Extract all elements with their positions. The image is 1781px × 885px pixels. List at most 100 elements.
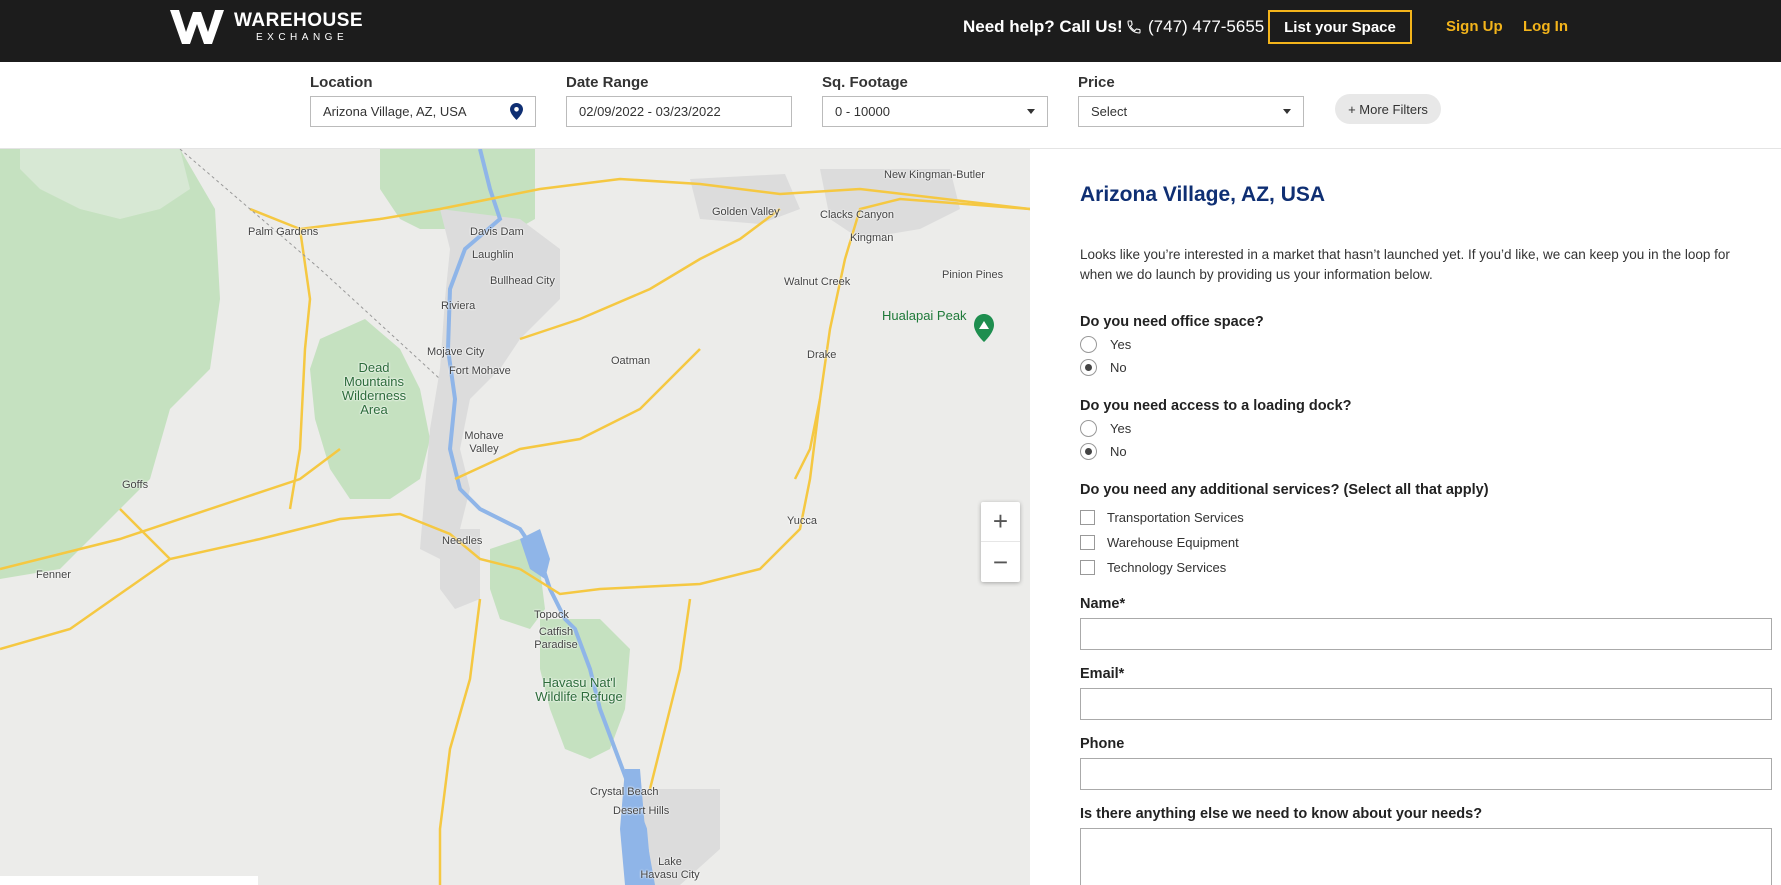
phone-icon [1127,20,1141,34]
map-zoom-control: + − [981,502,1020,582]
needs-textarea[interactable] [1080,828,1772,885]
dock-yes-option[interactable]: Yes [1080,420,1131,437]
sign-up-link[interactable]: Sign Up [1446,18,1503,35]
zoom-in-button[interactable]: + [981,502,1020,542]
form-title: Arizona Village, AZ, USA [1080,183,1326,206]
log-in-link[interactable]: Log In [1523,18,1568,35]
map-view[interactable]: New Kingman-Butler Golden Valley Clacks … [0,149,1030,885]
logo-mark-icon [170,10,224,44]
logo-text-exchange: EXCHANGE [256,32,349,43]
warehouse-equipment-label: Warehouse Equipment [1107,535,1239,550]
map-label-needles: Needles [442,535,483,547]
map-label-goffs: Goffs [122,479,149,491]
map-label-mojave-city: Mojave City [427,346,485,358]
map-label-kingman: Kingman [850,232,894,244]
technology-checkbox[interactable] [1080,560,1095,575]
dock-no-label: No [1110,444,1127,459]
map-label-golden-valley: Golden Valley [712,206,780,218]
logo-text-warehouse: WAREHOUSE [234,10,364,31]
map-label-pinion-pines: Pinion Pines [942,269,1004,281]
dock-yes-radio[interactable] [1080,420,1097,437]
map-label-drake: Drake [807,349,837,361]
map-label-mohave-valley: Mohave Valley [464,430,504,455]
top-navigation-bar: WAREHOUSE EXCHANGE Need help? Call Us! (… [0,0,1781,62]
map-label-topock: Topock [534,609,569,621]
map-pin-icon[interactable] [510,103,523,120]
zoom-out-button[interactable]: − [981,542,1020,582]
map-label-laughlin: Laughlin [472,249,514,261]
map-label-fort-mohave: Fort Mohave [449,365,511,377]
email-label: Email* [1080,666,1125,682]
name-input[interactable] [1080,618,1772,650]
office-yes-radio[interactable] [1080,336,1097,353]
phone-label: Phone [1080,736,1125,752]
dock-no-option[interactable]: No [1080,443,1127,460]
map-label-bullhead-city: Bullhead City [490,275,555,287]
search-filters-bar: Location Arizona Village, AZ, USA Date R… [0,62,1781,149]
office-yes-option[interactable]: Yes [1080,336,1131,353]
office-no-radio[interactable] [1080,359,1097,376]
office-no-label: No [1110,360,1127,375]
dock-no-radio[interactable] [1080,443,1097,460]
map-label-crystal-beach: Crystal Beach [590,786,659,798]
dock-yes-label: Yes [1110,421,1132,436]
email-input[interactable] [1080,688,1772,720]
date-range-label: Date Range [566,74,649,91]
more-filters-button[interactable]: + More Filters [1335,94,1441,124]
date-range-input[interactable]: 02/09/2022 - 03/23/2022 [566,96,792,127]
transportation-checkbox[interactable] [1080,510,1095,525]
map-label-catfish-paradise: Catfish Paradise [534,626,578,651]
help-text: Need help? Call Us! [963,17,1123,36]
office-no-option[interactable]: No [1080,359,1127,376]
site-logo[interactable]: WAREHOUSE EXCHANGE [168,8,363,46]
office-space-question: Do you need office space? [1080,314,1264,330]
sq-footage-select[interactable]: 0 - 10000 [822,96,1048,127]
service-warehouse-equipment[interactable]: Warehouse Equipment [1080,535,1239,550]
price-select[interactable]: Select [1078,96,1304,127]
service-technology[interactable]: Technology Services [1080,560,1226,575]
date-range-filter: Date Range 02/09/2022 - 03/23/2022 [566,74,792,127]
warehouse-equipment-checkbox[interactable] [1080,535,1095,550]
loading-dock-question: Do you need access to a loading dock? [1080,398,1352,414]
market-interest-form: Arizona Village, AZ, USA Looks like you’… [1030,149,1781,885]
map-attribution-bar [0,876,258,885]
caret-down-icon [1027,109,1035,114]
map-label-oatman: Oatman [611,355,651,367]
map-label-walnut-creek: Walnut Creek [784,276,851,288]
phone-number: (747) 477-5655 [1148,17,1265,36]
map-label-fenner: Fenner [36,569,71,581]
price-label: Price [1078,74,1115,91]
map-label-riviera: Riviera [441,300,476,312]
technology-label: Technology Services [1107,560,1227,575]
map-label-yucca: Yucca [787,515,817,527]
map-label-dead-mountains: Dead Mountains Wilderness Area [341,360,407,417]
phone-input[interactable] [1080,758,1772,790]
service-transportation[interactable]: Transportation Services [1080,510,1244,525]
sq-footage-filter: Sq. Footage 0 - 10000 [822,74,1048,127]
services-question: Do you need any additional services? (Se… [1080,482,1489,498]
location-label: Location [310,74,373,91]
location-value: Arizona Village, AZ, USA [323,104,467,119]
map-label-desert-hills: Desert Hills [613,805,670,817]
map-label-hualapai-peak[interactable]: Hualapai Peak [882,308,967,323]
map-label-davis-dam: Davis Dam [470,226,524,238]
map-label-clacks-canyon: Clacks Canyon [820,209,894,221]
map-label-palm-gardens: Palm Gardens [248,226,319,238]
phone-link[interactable]: (747) 477-5655 [1126,17,1264,37]
location-input[interactable]: Arizona Village, AZ, USA [310,96,536,127]
sq-footage-value: 0 - 10000 [835,104,890,119]
map-label-lake-havasu-city: Lake Havasu City [640,856,700,881]
map-canvas[interactable] [0,149,1030,885]
location-filter: Location Arizona Village, AZ, USA [310,74,536,127]
name-label: Name* [1080,596,1126,612]
price-value: Select [1091,104,1128,119]
caret-down-icon [1283,109,1291,114]
map-label-new-kingman-butler: New Kingman-Butler [884,169,985,181]
office-yes-label: Yes [1110,337,1132,352]
transportation-label: Transportation Services [1107,510,1244,525]
needs-label: Is there anything else we need to know a… [1080,806,1483,822]
date-range-value: 02/09/2022 - 03/23/2022 [579,104,721,119]
price-filter: Price Select [1078,74,1304,127]
sq-footage-label: Sq. Footage [822,74,908,91]
list-your-space-button[interactable]: List your Space [1268,10,1412,44]
